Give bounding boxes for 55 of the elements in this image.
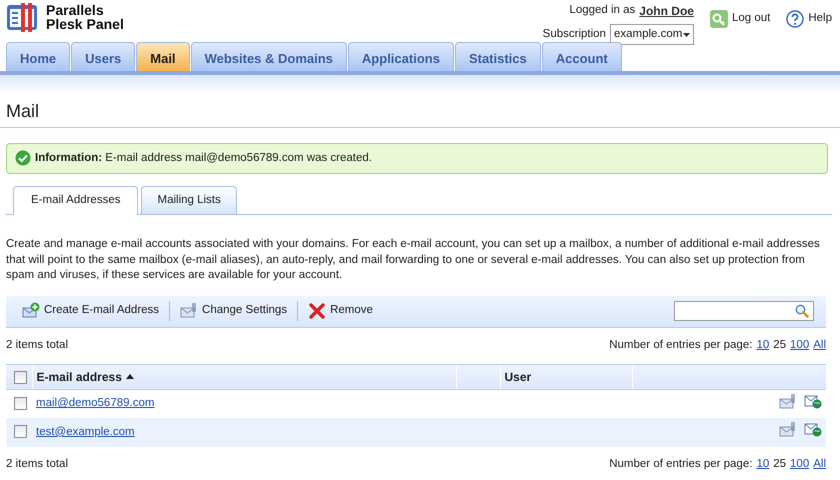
- help-link[interactable]: Help: [786, 10, 832, 28]
- nav-tab[interactable]: Account: [542, 42, 622, 71]
- sub-tab[interactable]: Mailing Lists: [141, 186, 237, 214]
- logo-icon: [6, 2, 38, 32]
- user-link[interactable]: John Doe: [639, 2, 694, 20]
- subscription-dropdown[interactable]: example.com: [610, 24, 694, 46]
- page-size-link[interactable]: All: [813, 456, 826, 474]
- logged-in-label: Logged in as: [569, 3, 636, 18]
- message-text: Information: E-mail address mail@demo56789.com was created.: [35, 150, 372, 166]
- page-size-link[interactable]: 25: [773, 456, 786, 474]
- email-link[interactable]: test@example.com: [36, 426, 135, 438]
- column-header[interactable]: User: [504, 368, 532, 386]
- mail-wrench-icon[interactable]: [779, 392, 796, 409]
- search-icon: [795, 304, 809, 318]
- subscription-label: Subscription: [542, 27, 606, 42]
- checkbox[interactable]: [14, 396, 27, 410]
- check-icon: [15, 150, 31, 166]
- email-link[interactable]: mail@demo56789.com: [36, 397, 154, 410]
- nav-tab[interactable]: Applications: [348, 42, 454, 71]
- page-size-link[interactable]: 100: [790, 336, 810, 354]
- key-icon: [710, 10, 728, 28]
- items-total: 2 items total: [6, 338, 68, 353]
- logout-link[interactable]: Log out: [710, 10, 770, 28]
- mail-plus-icon: [22, 302, 40, 320]
- nav-tab[interactable]: Mail: [136, 42, 190, 71]
- sub-tab[interactable]: E-mail Addresses: [13, 186, 138, 216]
- column-header[interactable]: E-mail address: [36, 368, 134, 386]
- pager-label: Number of entries per page:: [609, 338, 752, 353]
- logo-text: Parallels: [46, 3, 105, 17]
- help-icon: [786, 10, 804, 28]
- checkbox[interactable]: [14, 425, 27, 438]
- items-total: 2 items total: [6, 457, 68, 472]
- toolbar-button[interactable]: Create E-mail Address: [16, 302, 166, 320]
- page-size-link[interactable]: 25: [773, 336, 786, 354]
- logo-text: Plesk Panel: [46, 17, 124, 31]
- toolbar-button[interactable]: Remove: [302, 302, 379, 320]
- page-size-link[interactable]: All: [813, 336, 826, 354]
- nav-tab[interactable]: Users: [71, 42, 136, 71]
- page-size-link[interactable]: 100: [790, 456, 810, 474]
- search-field[interactable]: [674, 301, 814, 322]
- mail-wrench-icon: [180, 302, 198, 320]
- page-title: Mail: [0, 95, 840, 128]
- nav-tab[interactable]: Statistics: [454, 42, 541, 71]
- pager-label: Number of entries per page:: [609, 457, 752, 472]
- mail-wrench-icon[interactable]: [779, 421, 796, 438]
- sort-up-icon: [126, 374, 134, 380]
- caret-icon: [682, 32, 690, 37]
- checkbox[interactable]: [14, 370, 27, 384]
- nav-tab[interactable]: Home: [6, 42, 70, 71]
- nav-tab[interactable]: Websites & Domains: [190, 42, 347, 71]
- close-icon: [308, 302, 326, 320]
- toolbar-button[interactable]: Change Settings: [174, 302, 294, 320]
- page-size-link[interactable]: 10: [756, 456, 770, 474]
- description-text: Create and manage e-mail accounts associated with your domains. For each e-mail account, you can set up a mailbox, a number of additional e-mail addresses that will point to the same mailbox (e-mail aliases), an auto-reply, and mail forwarding to one or several e-mail addresses. You can also set up protection from spam and viruses, if these services are available for your account.: [5, 237, 821, 284]
- page-size-link[interactable]: 10: [756, 336, 770, 354]
